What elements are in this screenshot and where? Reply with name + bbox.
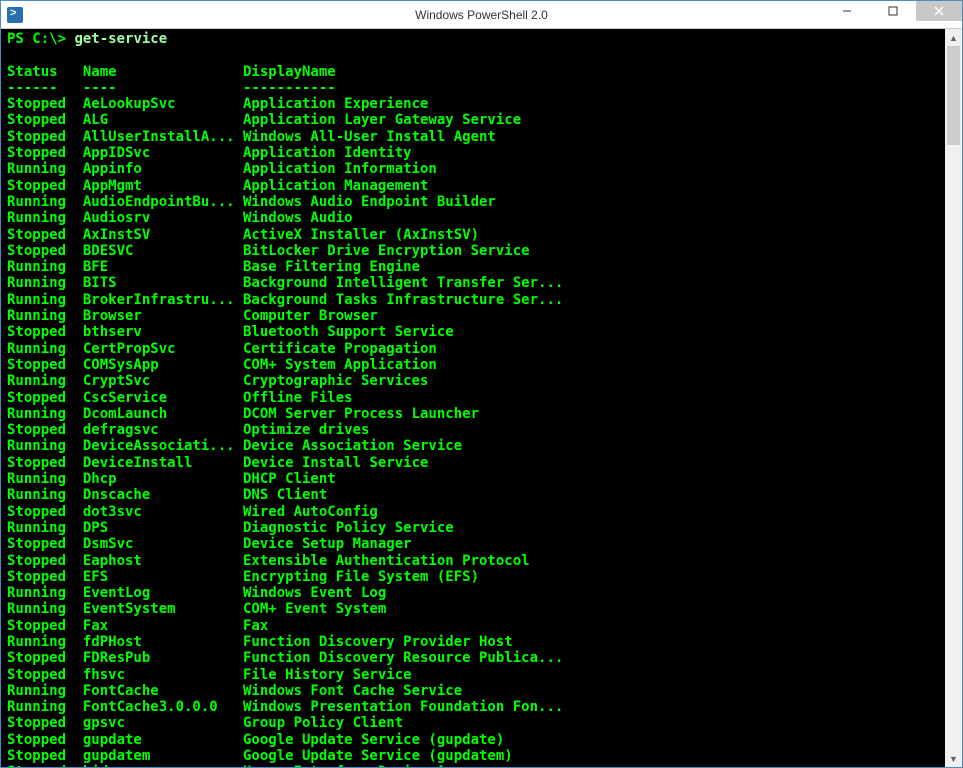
service-row: Running BrokerInfrastru... Background Ta… xyxy=(7,292,943,308)
header-row: Status Name DisplayName xyxy=(7,64,943,80)
service-row: Stopped ALG Application Layer Gateway Se… xyxy=(7,112,943,128)
service-row: Stopped hidserv Human Interface Device A… xyxy=(7,764,943,767)
service-row: Stopped FDResPub Function Discovery Reso… xyxy=(7,650,943,666)
service-row: Stopped AppIDSvc Application Identity xyxy=(7,145,943,161)
service-row: Stopped EFS Encrypting File System (EFS) xyxy=(7,569,943,585)
service-row: Running EventSystem COM+ Event System xyxy=(7,601,943,617)
service-row: Running FontCache Windows Font Cache Ser… xyxy=(7,683,943,699)
service-row: Running DeviceAssociati... Device Associ… xyxy=(7,438,943,454)
service-row: Stopped AxInstSV ActiveX Installer (AxIn… xyxy=(7,227,943,243)
command-text: get-service xyxy=(74,31,167,47)
maximize-button[interactable] xyxy=(870,1,916,21)
service-row: Stopped BDESVC BitLocker Drive Encryptio… xyxy=(7,243,943,259)
service-row: Stopped DsmSvc Device Setup Manager xyxy=(7,536,943,552)
window-title: Windows PowerShell 2.0 xyxy=(1,8,962,22)
service-row: Stopped COMSysApp COM+ System Applicatio… xyxy=(7,357,943,373)
service-row: Running CertPropSvc Certificate Propagat… xyxy=(7,341,943,357)
service-row: Running fdPHost Function Discovery Provi… xyxy=(7,634,943,650)
service-row: Running EventLog Windows Event Log xyxy=(7,585,943,601)
header-underline: ------ ---- ----------- xyxy=(7,80,943,96)
scroll-thumb[interactable] xyxy=(947,46,960,145)
close-button[interactable] xyxy=(916,1,962,21)
scroll-down-arrow[interactable]: ▼ xyxy=(945,750,962,767)
powershell-icon xyxy=(7,7,23,23)
service-row: Running FontCache3.0.0.0 Windows Present… xyxy=(7,699,943,715)
service-row: Stopped CscService Offline Files xyxy=(7,390,943,406)
service-row: Running Browser Computer Browser xyxy=(7,308,943,324)
service-row: Stopped gupdatem Google Update Service (… xyxy=(7,748,943,764)
service-row: Running CryptSvc Cryptographic Services xyxy=(7,373,943,389)
service-row: Running Dnscache DNS Client xyxy=(7,487,943,503)
service-row: Running DPS Diagnostic Policy Service xyxy=(7,520,943,536)
scroll-up-arrow[interactable]: ▲ xyxy=(945,29,962,46)
vertical-scrollbar[interactable]: ▲ ▼ xyxy=(945,29,962,767)
prompt-prefix: PS C:\> xyxy=(7,31,74,47)
blank-line xyxy=(7,47,943,63)
service-row: Stopped gpsvc Group Policy Client xyxy=(7,715,943,731)
service-row: Stopped AllUserInstallA... Windows All-U… xyxy=(7,129,943,145)
terminal-area: PS C:\> get-service Status Name DisplayN… xyxy=(1,29,962,767)
service-row: Running DcomLaunch DCOM Server Process L… xyxy=(7,406,943,422)
service-row: Running AudioEndpointBu... Windows Audio… xyxy=(7,194,943,210)
service-row: Running Appinfo Application Information xyxy=(7,161,943,177)
service-row: Stopped AeLookupSvc Application Experien… xyxy=(7,96,943,112)
service-row: Stopped Eaphost Extensible Authenticatio… xyxy=(7,553,943,569)
prompt-line: PS C:\> get-service xyxy=(7,31,943,47)
window-controls xyxy=(824,1,962,28)
service-row: Stopped bthserv Bluetooth Support Servic… xyxy=(7,324,943,340)
service-row: Running BFE Base Filtering Engine xyxy=(7,259,943,275)
service-row: Stopped defragsvc Optimize drives xyxy=(7,422,943,438)
service-row: Stopped fhsvc File History Service xyxy=(7,667,943,683)
service-row: Stopped AppMgmt Application Management xyxy=(7,178,943,194)
service-row: Stopped gupdate Google Update Service (g… xyxy=(7,732,943,748)
service-row: Stopped Fax Fax xyxy=(7,618,943,634)
terminal-output[interactable]: PS C:\> get-service Status Name DisplayN… xyxy=(1,29,945,767)
app-window: Windows PowerShell 2.0 PS C:\> get-servi… xyxy=(0,0,963,768)
minimize-button[interactable] xyxy=(824,1,870,21)
service-row: Stopped dot3svc Wired AutoConfig xyxy=(7,504,943,520)
service-row: Running BITS Background Intelligent Tran… xyxy=(7,275,943,291)
scroll-track[interactable] xyxy=(945,46,962,750)
service-row: Running Audiosrv Windows Audio xyxy=(7,210,943,226)
minimize-icon xyxy=(842,6,852,16)
service-row: Running Dhcp DHCP Client xyxy=(7,471,943,487)
service-row: Stopped DeviceInstall Device Install Ser… xyxy=(7,455,943,471)
maximize-icon xyxy=(888,6,898,16)
titlebar[interactable]: Windows PowerShell 2.0 xyxy=(1,1,962,29)
close-icon xyxy=(934,6,944,16)
